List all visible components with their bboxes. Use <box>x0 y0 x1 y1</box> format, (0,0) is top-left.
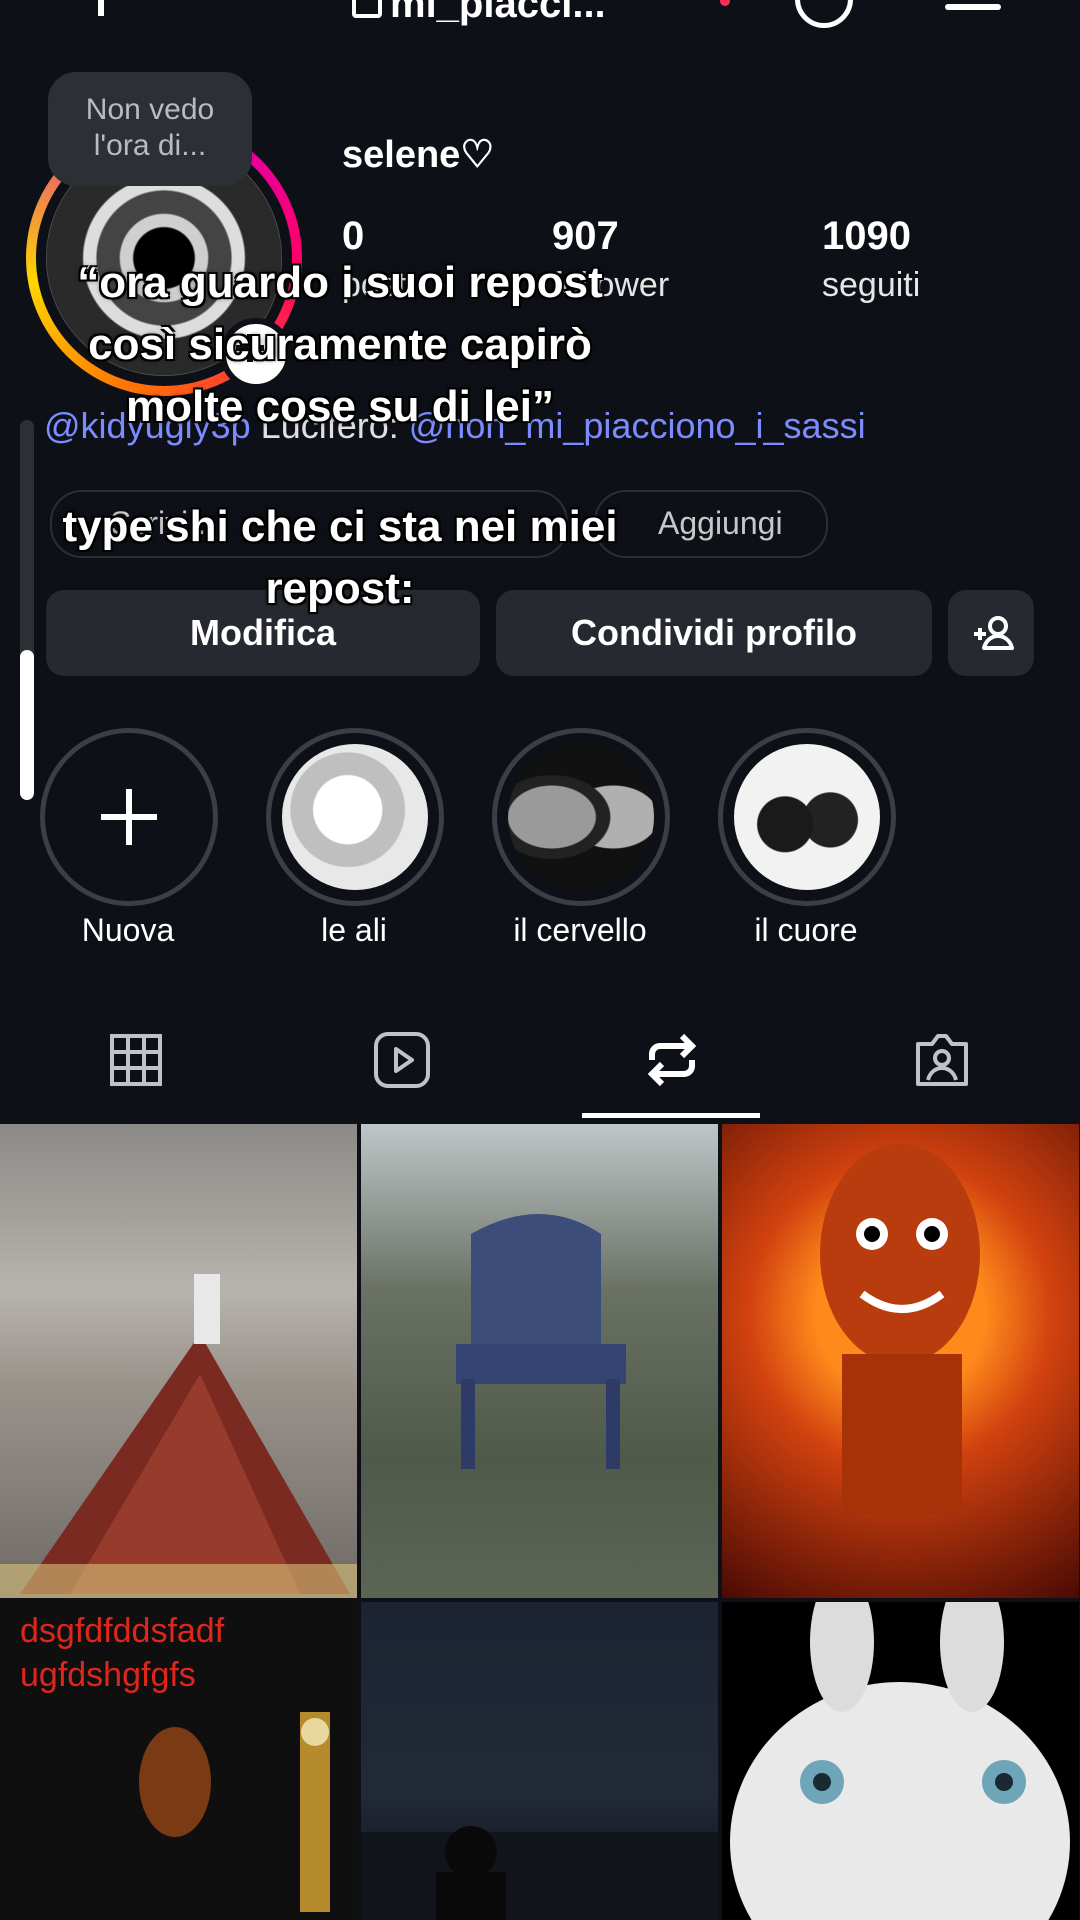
rabbid-image <box>730 1602 1070 1920</box>
active-tab-indicator <box>582 1113 760 1118</box>
overlay-caption-line: type shi che ci sta nei miei <box>62 502 618 551</box>
red-text-line: ugfdshgfgfs <box>20 1656 196 1694</box>
chair-image <box>456 1214 626 1469</box>
note-text: Non vedo l'ora di... <box>85 93 215 162</box>
following-count[interactable]: 1090 <box>822 214 911 259</box>
repost-thumbnail[interactable] <box>0 1124 357 1598</box>
overlay-caption-line: repost: <box>265 564 415 613</box>
red-text-line: dsgfdfddsfadf <box>20 1612 225 1650</box>
threads-icon[interactable] <box>795 0 853 28</box>
highlight-il-cervello-image <box>508 744 654 890</box>
create-icon[interactable] <box>98 0 104 16</box>
repost-thumbnail[interactable] <box>722 1602 1079 1920</box>
overlay-caption-line: così sicuramente capirò <box>88 320 592 369</box>
plus-icon <box>101 789 157 845</box>
volcano-image <box>0 1274 357 1598</box>
repost-thumbnail[interactable] <box>722 1124 1079 1598</box>
notification-dot <box>720 0 730 6</box>
lock-icon <box>352 0 382 18</box>
tagged-tab[interactable] <box>912 1030 972 1090</box>
profile-name: selene♡ <box>342 134 495 176</box>
discover-people-button[interactable] <box>948 590 1034 676</box>
highlight-il-cuore-image <box>734 744 880 890</box>
repost-thumbnail[interactable] <box>361 1602 718 1920</box>
followers-count[interactable]: 907 <box>552 214 619 259</box>
highlight-label: le ali <box>321 912 387 948</box>
grid-icon <box>110 1034 162 1086</box>
highlight-le-ali-image <box>282 744 428 890</box>
fire-man-image <box>820 1144 980 1514</box>
add-person-icon <box>974 616 1014 650</box>
overlay-caption-line: molte cose su di lei” <box>126 382 554 431</box>
reels-icon <box>374 1032 430 1088</box>
highlight-label: il cervello <box>513 912 647 948</box>
grid-tab[interactable] <box>106 1030 166 1090</box>
menu-icon[interactable] <box>945 4 1001 10</box>
following-label[interactable]: seguiti <box>822 266 920 305</box>
scrollbar-thumb[interactable] <box>20 650 34 800</box>
overlay-caption-line: “ora guardo i suoi repost <box>77 258 603 307</box>
reels-tab[interactable] <box>372 1030 432 1090</box>
highlight-new[interactable] <box>40 728 218 906</box>
account-switcher[interactable]: mi_piacci... <box>390 0 606 27</box>
repost-thumbnail[interactable] <box>361 1124 718 1598</box>
tagged-icon <box>916 1034 968 1086</box>
reposts-tab[interactable] <box>642 1030 702 1090</box>
repost-icon <box>647 1033 697 1087</box>
posts-count: 0 <box>342 214 365 258</box>
highlight-label: il cuore <box>754 912 858 948</box>
highlight-label: Nuova <box>81 912 175 948</box>
night-city-image <box>361 1826 718 1920</box>
